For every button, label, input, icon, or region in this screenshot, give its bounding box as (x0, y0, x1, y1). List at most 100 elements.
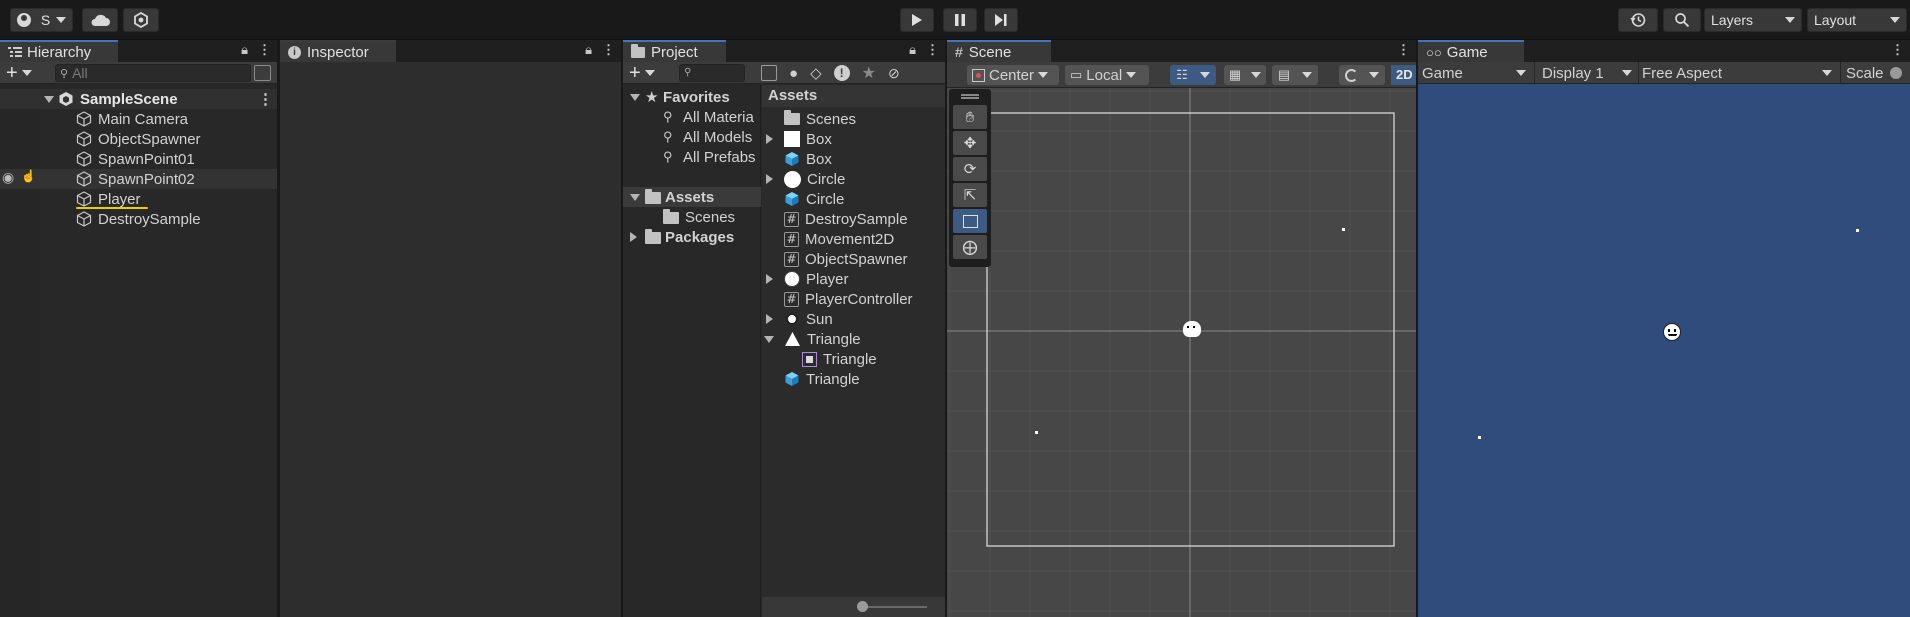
pivot-mode-dropdown[interactable]: Center (967, 65, 1059, 85)
expand-icon (766, 134, 773, 144)
asset-item[interactable]: # ObjectSpawner (762, 249, 945, 269)
spawn-point-marker[interactable] (1035, 431, 1038, 434)
scale-slider-thumb[interactable] (1889, 67, 1902, 79)
search-icon: ⚲ (684, 67, 692, 78)
play-button[interactable] (900, 8, 934, 32)
asset-item[interactable]: # PlayerController (762, 289, 945, 309)
display-dropdown[interactable]: Display 1 (1542, 62, 1638, 84)
asset-item[interactable]: Player (762, 269, 945, 289)
lock-icon[interactable]: 🔒︎ (909, 42, 916, 58)
asset-label: PlayerController (805, 290, 913, 308)
asset-item[interactable]: # DestroySample (762, 209, 945, 229)
lock-icon[interactable]: 🔒︎ (585, 42, 592, 58)
script-icon: # (784, 231, 799, 247)
tab-label: Scene (968, 43, 1012, 61)
game-view-dropdown[interactable]: Game (1422, 62, 1532, 84)
tab-scene[interactable]: # Scene (947, 40, 1051, 62)
hierarchy-item[interactable]: Main Camera (0, 109, 277, 129)
tab-project[interactable]: Project (623, 40, 726, 62)
scene-viewport[interactable]: ✋︎ ✥ ⟳ ⇱ ⨁ (947, 88, 1416, 617)
create-dropdown[interactable]: + (629, 63, 663, 83)
pivot-space-dropdown[interactable]: ▭ Local (1065, 65, 1149, 85)
assets-folder-row[interactable]: Assets (623, 187, 761, 207)
pickable-hand-icon[interactable]: ☝ (21, 169, 36, 183)
layout-dropdown[interactable]: Layout (1807, 8, 1907, 32)
pause-button[interactable] (943, 8, 977, 32)
toggle-2d-button[interactable]: 2D (1391, 65, 1416, 85)
step-button[interactable] (984, 8, 1018, 32)
favorite-star-icon[interactable]: ★ (862, 63, 876, 83)
grid-snap-toggle[interactable]: ▦ (1224, 65, 1266, 85)
history-button[interactable] (1618, 8, 1658, 32)
hierarchy-search-input[interactable]: ⚲ All (55, 64, 251, 82)
asset-item[interactable]: # Movement2D (762, 229, 945, 249)
more-options-icon[interactable]: ⋮ (926, 42, 939, 58)
create-dropdown[interactable]: + (6, 63, 40, 83)
cloud-button[interactable] (82, 8, 118, 32)
hidden-toggle-icon[interactable]: ⊘ (888, 65, 900, 82)
favorite-item[interactable]: ⚲ All Models (623, 127, 761, 147)
grid-icon: # (955, 44, 963, 60)
hand-tool-button[interactable]: ✋︎ (953, 105, 987, 129)
favorite-item[interactable]: ⚲ All Materia (623, 107, 761, 127)
more-options-icon[interactable]: ⋮ (1397, 42, 1410, 58)
packages-folder-row[interactable]: Packages (623, 227, 761, 247)
rotate-tool-button[interactable]: ⟳ (953, 157, 987, 181)
asset-item[interactable]: Triangle (762, 369, 945, 389)
project-search-input[interactable]: ⚲ (679, 64, 745, 82)
lock-icon[interactable]: 🔒︎ (241, 42, 248, 58)
favorite-item[interactable]: ⚲ All Prefabs (623, 147, 761, 167)
asset-label: Triangle (807, 330, 861, 348)
visibility-eye-icon[interactable]: ◉ (2, 169, 14, 186)
tab-hierarchy[interactable]: Hierarchy (0, 40, 118, 62)
type-filter-icon[interactable]: ● (789, 65, 798, 82)
tab-game[interactable]: ○○ Game (1418, 40, 1524, 62)
increment-snap-toggle[interactable]: ▤ (1272, 65, 1318, 85)
asset-item[interactable]: Triangle (762, 329, 945, 349)
more-options-icon[interactable]: ⋮ (602, 42, 615, 58)
asset-item[interactable]: Triangle (762, 349, 945, 369)
asset-item[interactable]: Circle (762, 189, 945, 209)
aspect-dropdown[interactable]: Free Aspect (1642, 62, 1840, 84)
warning-filter-icon[interactable]: ! (833, 65, 850, 81)
scale-tool-button[interactable]: ⇱ (953, 183, 987, 207)
label-filter-icon[interactable]: ◇ (810, 64, 822, 82)
collab-button[interactable] (123, 8, 159, 32)
snap-toggle[interactable]: ☷ (1170, 65, 1216, 85)
asset-item[interactable]: Box (762, 149, 945, 169)
favorites-row[interactable]: ★ Favorites (623, 87, 761, 107)
hierarchy-item[interactable]: ◉ ☝ SpawnPoint02 (0, 169, 277, 189)
tab-inspector[interactable]: i Inspector (280, 40, 396, 62)
search-mode-icon[interactable] (761, 65, 777, 81)
spawn-point-marker[interactable] (1342, 228, 1345, 231)
player-sprite[interactable] (1183, 321, 1201, 337)
layers-dropdown[interactable]: Layers (1704, 8, 1802, 32)
hierarchy-item[interactable]: DestroySample (0, 209, 277, 229)
scale-slider[interactable]: Scale (1846, 62, 1910, 84)
game-viewport[interactable] (1418, 85, 1910, 617)
asset-item[interactable]: Scenes (762, 109, 945, 129)
scenes-folder-row[interactable]: Scenes (623, 207, 761, 227)
rect-tool-button[interactable] (953, 209, 987, 233)
project-tabbar: Project 🔒︎ ⋮ (623, 40, 945, 62)
search-button[interactable] (1663, 8, 1701, 32)
move-tool-button[interactable]: ✥ (953, 131, 987, 155)
asset-item[interactable]: Sun (762, 309, 945, 329)
search-mode-icon[interactable] (254, 65, 271, 81)
asset-item[interactable]: Box (762, 129, 945, 149)
more-options-icon[interactable]: ⋮ (258, 42, 271, 58)
icon-size-slider[interactable] (862, 606, 927, 608)
main-toolbar: S Layers Layout (0, 0, 1910, 40)
scene-row[interactable]: SampleScene ⋮ (0, 89, 277, 109)
drag-handle-icon[interactable] (961, 94, 979, 96)
icon-size-slider-thumb[interactable] (857, 601, 868, 612)
draw-mode-dropdown[interactable] (1339, 65, 1385, 85)
asset-item[interactable]: Circle (762, 169, 945, 189)
transform-tool-button[interactable]: ⨁ (953, 235, 987, 259)
hierarchy-item[interactable]: ObjectSpawner (0, 129, 277, 149)
more-options-icon[interactable]: ⋮ (1891, 42, 1904, 58)
account-dropdown[interactable]: S (10, 8, 73, 32)
hierarchy-item[interactable]: SpawnPoint01 (0, 149, 277, 169)
more-options-icon[interactable]: ⋮ (258, 90, 273, 108)
hierarchy-item[interactable]: Player (0, 189, 277, 209)
